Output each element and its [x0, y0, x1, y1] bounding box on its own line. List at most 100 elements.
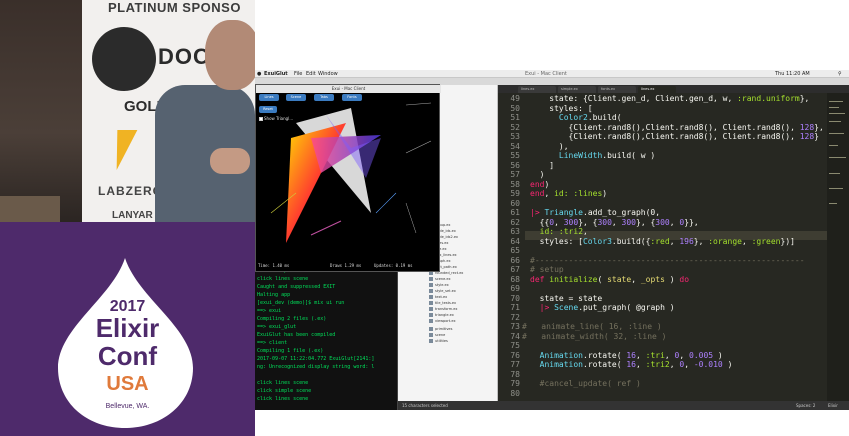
code-line: state: {Client.gen_d, Client.gen_d, w, :…: [530, 94, 810, 103]
line-number: 50: [510, 103, 520, 113]
file-tree-item[interactable]: text.ex: [428, 295, 447, 299]
menu-file[interactable]: File: [294, 71, 302, 77]
file-tree-item[interactable]: viewport.ex: [429, 319, 456, 323]
line-number: 74: [510, 331, 520, 341]
spotlight-icon[interactable]: ⚲: [838, 71, 842, 77]
minimap-line: [829, 133, 844, 134]
line-number: 54: [510, 141, 520, 151]
terminal-line: click lines scene: [257, 396, 309, 402]
terminal-line: [exui_dev (demo)]$ mix ui run: [257, 300, 345, 306]
podium: [0, 196, 60, 222]
code-line: #---------------------------------------…: [530, 255, 805, 265]
line-number: 49: [510, 94, 520, 103]
code-line: #cancel_update( ref ): [539, 379, 641, 388]
presenter-hand: [210, 148, 250, 174]
code-line: styles: [Color3.build({:red, 196}, :oran…: [530, 236, 795, 246]
line-number: 65: [510, 246, 520, 255]
status-language[interactable]: Elixir: [828, 403, 838, 408]
status-indent[interactable]: Spaces: 2: [796, 403, 815, 408]
line-number: 66: [510, 255, 520, 265]
line-number-gutter: 49 50 51 52 53 54 55 56 57 58 59 60 61 6…: [498, 93, 525, 404]
menubar-clock: Thu 11:20 AM: [775, 71, 810, 77]
code-line: state = state: [530, 293, 603, 303]
minimap-line: [829, 101, 843, 102]
file-tree-folder[interactable]: primitives: [428, 327, 452, 331]
minimap-line: [829, 203, 837, 204]
status-selection: 15 characters selected: [402, 403, 448, 408]
code-line: end): [530, 179, 550, 189]
minimap-line: [829, 113, 845, 114]
line-number: 60: [510, 198, 520, 208]
line-number: 72: [510, 312, 520, 322]
app-window-titlebar[interactable]: Exui - Mac Client: [256, 85, 441, 93]
menu-window[interactable]: Window: [318, 71, 338, 77]
menu-edit[interactable]: Edit: [306, 71, 316, 77]
code-editor[interactable]: 49 50 51 52 53 54 55 56 57 58 59 60 61 6…: [498, 93, 827, 404]
tabs-button[interactable]: Tabs: [314, 94, 334, 101]
fonts-button[interactable]: Fonts: [342, 94, 362, 101]
line-number: 58: [510, 179, 520, 189]
terminal-window[interactable]: click simple scene click lines scene Cau…: [255, 266, 398, 410]
code-line: ),: [530, 141, 569, 151]
code-line: {Client.rand8(),Client.rand8(), Client.r…: [530, 132, 819, 141]
code-line: ]: [530, 160, 555, 170]
file-tree-item[interactable]: style_set.ex: [429, 289, 456, 293]
editor-tab[interactable]: lines.ex: [518, 86, 556, 93]
terminal-line: ==> exui_glut: [257, 324, 297, 330]
code-line: # animate_width( 32, :line ): [522, 331, 667, 341]
code-line: ): [530, 170, 545, 179]
lines-button[interactable]: Lines: [259, 94, 279, 101]
line-number: 70: [510, 293, 520, 303]
file-tree-item[interactable]: tile_tests.ex: [428, 301, 456, 305]
mac-menubar: ● ExuiGlut File Edit Window Exui - Mac C…: [255, 70, 849, 78]
terminal-line: Compiling 1 file (.ex): [257, 348, 324, 354]
code-minimap[interactable]: [827, 93, 849, 404]
editor-tab-active[interactable]: lines.ex: [638, 86, 676, 93]
line-number: 75: [510, 341, 520, 350]
code-line: LineWidth.build( w ): [558, 151, 656, 160]
code-line: |> Scene.put_graph( @graph ): [539, 303, 675, 312]
terminal-line: click lines scene: [257, 276, 309, 282]
line-number: 78: [510, 369, 520, 379]
conference-name-line1: Elixir: [95, 313, 160, 343]
code-line: id: :tri2,: [539, 227, 588, 236]
file-tree-item[interactable]: transform.ex: [428, 307, 457, 311]
conference-city: Bellevue, WA.: [105, 403, 150, 410]
line-number: 55: [510, 151, 520, 160]
editor-tab[interactable]: simple.ex: [558, 86, 596, 93]
show-triangles-label: Show Triangl...: [264, 116, 294, 121]
apple-icon[interactable]: ●: [257, 71, 261, 77]
line-number: 64: [510, 236, 520, 246]
code-line: styles: [: [530, 103, 593, 113]
file-tree-item[interactable]: triangle.ex: [429, 313, 454, 317]
minimap-line: [829, 107, 839, 108]
line-number: 52: [510, 122, 520, 132]
file-tree-folder[interactable]: utilities: [429, 339, 448, 343]
line-number: 63: [510, 227, 520, 236]
editor-tab[interactable]: fonts.ex: [598, 86, 636, 93]
menu-app-name[interactable]: ExuiGlut: [264, 71, 288, 77]
file-tree-item[interactable]: style.ex: [429, 283, 449, 287]
line-number: 67: [510, 265, 520, 274]
reset-button[interactable]: Reset: [259, 106, 277, 113]
code-line: Animation.rotate( 16, :tri2, 0, -0.010 ): [539, 360, 733, 369]
exui-app-window[interactable]: Exui - Mac Client Lines Scene Tabs Fonts…: [255, 84, 441, 272]
file-tree-item[interactable]: scene.ex: [429, 277, 451, 281]
file-tree-folder[interactable]: scene: [428, 333, 445, 337]
minimap-line: [829, 188, 843, 189]
code-line: Animation.rotate( 16, :tri, 0, 0.005 ): [539, 350, 723, 360]
show-triangles-checkbox[interactable]: Show Triangl...: [259, 116, 293, 121]
checkbox-icon[interactable]: [259, 117, 263, 121]
sponsor-lanyard-label: LANYAR: [112, 210, 153, 221]
app-status-bar: Time: 1.40 ms Draws 1.29 ms Updates: 0.1…: [256, 261, 441, 271]
scene-button[interactable]: Scene: [286, 94, 306, 101]
sponsor-labzero-label: LABZERO: [98, 184, 163, 198]
presenter-head: [205, 20, 255, 90]
line-number: 57: [510, 170, 520, 179]
